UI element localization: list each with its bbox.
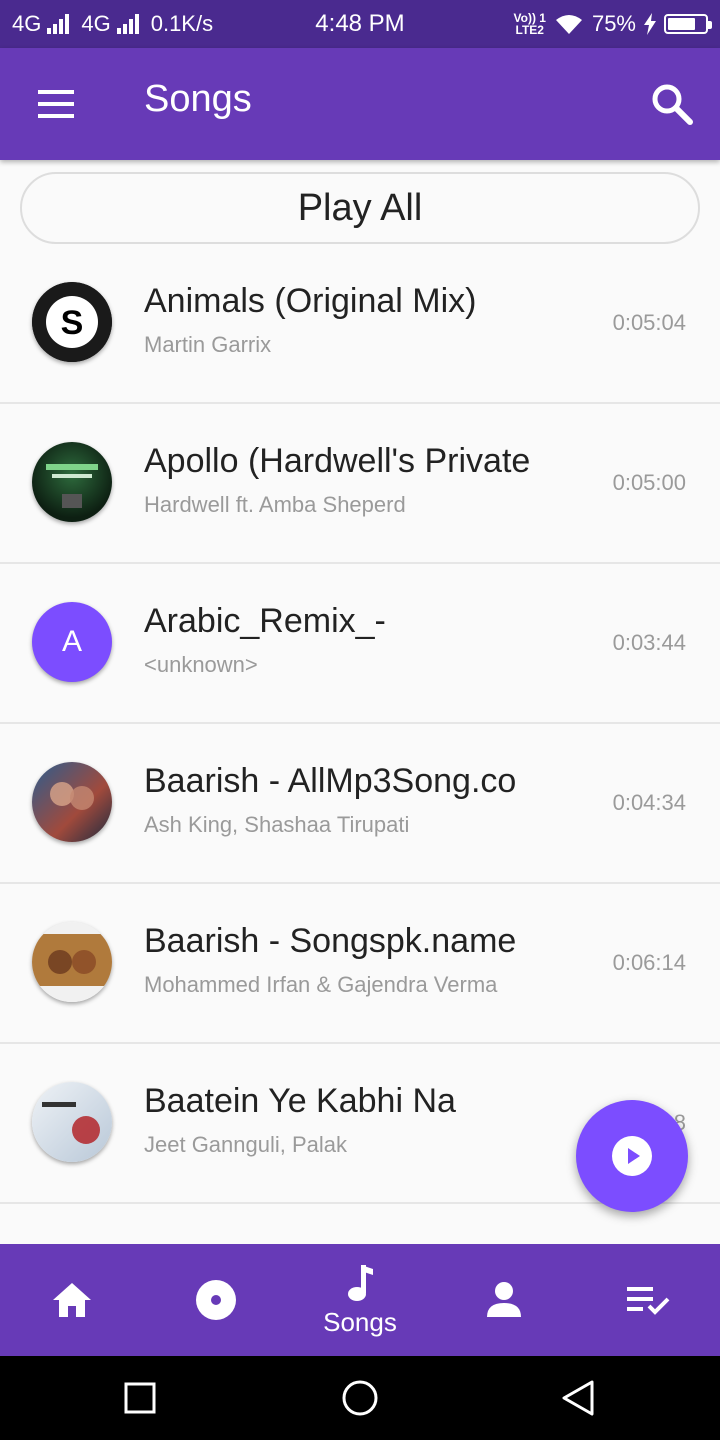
album-disc-icon bbox=[196, 1280, 236, 1320]
song-duration: 0:03:44 bbox=[612, 630, 686, 655]
song-artist: Martin Garrix bbox=[144, 332, 272, 357]
network-type-1: 4G bbox=[12, 11, 42, 36]
album-art-graphic bbox=[50, 782, 94, 810]
home-icon bbox=[53, 1283, 91, 1317]
song-artist: Hardwell ft. Amba Sheperd bbox=[144, 492, 406, 517]
spinnin-logo-icon: S bbox=[32, 282, 112, 362]
song-title: Apollo (Hardwell's Private bbox=[144, 442, 531, 480]
status-right: Vo)) 1 LTE2 75% bbox=[514, 11, 712, 37]
album-art-graphic bbox=[48, 950, 96, 974]
page-title: Songs bbox=[144, 78, 252, 120]
status-left: 4G 4G 0.1K/s bbox=[12, 11, 514, 37]
album-art bbox=[32, 1082, 112, 1162]
song-duration: 0:05:00 bbox=[612, 470, 686, 495]
network-speed: 0.1K/s bbox=[150, 11, 214, 36]
song-list: S Animals (Original Mix) Martin Garrix 0… bbox=[0, 244, 720, 1204]
play-fab-button[interactable] bbox=[576, 1100, 688, 1212]
song-artist: Mohammed Irfan & Gajendra Verma bbox=[144, 972, 498, 997]
volte-bottom: LTE2 bbox=[515, 23, 544, 37]
song-row[interactable]: S Animals (Original Mix) Martin Garrix 0… bbox=[0, 244, 720, 404]
album-art bbox=[32, 442, 112, 522]
song-row[interactable]: Apollo (Hardwell's Private Hardwell ft. … bbox=[0, 404, 720, 564]
playlist-check-icon bbox=[627, 1287, 670, 1315]
system-nav-bar bbox=[0, 1356, 720, 1440]
volte-indicator: Vo)) 1 LTE2 bbox=[514, 12, 546, 36]
nav-songs[interactable]: Songs bbox=[288, 1244, 432, 1356]
nav-artists[interactable] bbox=[432, 1244, 576, 1356]
song-title: Baatein Ye Kabhi Na bbox=[144, 1082, 456, 1120]
letter-avatar: A bbox=[32, 602, 112, 682]
avatar-letter: A bbox=[61, 625, 82, 658]
song-title: Arabic_Remix_- bbox=[144, 602, 386, 640]
song-artist: Jeet Gannguli, Palak bbox=[144, 1132, 348, 1157]
play-circle-icon bbox=[612, 1136, 652, 1176]
charging-icon bbox=[644, 13, 656, 35]
song-title: Baarish - AllMp3Song.co bbox=[144, 762, 517, 800]
nav-home[interactable] bbox=[0, 1244, 144, 1356]
play-all-button[interactable]: Play All bbox=[20, 172, 700, 244]
battery-icon bbox=[664, 14, 712, 34]
song-row[interactable]: A Arabic_Remix_- <unknown> 0:03:44 bbox=[0, 564, 720, 724]
song-title: Animals (Original Mix) bbox=[144, 282, 477, 320]
wifi-icon bbox=[555, 15, 582, 34]
back-triangle-icon[interactable] bbox=[556, 1376, 600, 1420]
song-duration: 0:06:14 bbox=[612, 950, 686, 975]
nav-playlists[interactable] bbox=[576, 1244, 720, 1356]
svg-text:S: S bbox=[61, 304, 84, 342]
album-art bbox=[32, 762, 112, 842]
album-art: S bbox=[32, 282, 112, 362]
bottom-nav: Songs bbox=[0, 1244, 720, 1356]
nav-albums[interactable] bbox=[144, 1244, 288, 1356]
song-duration: 0:04:34 bbox=[612, 790, 686, 815]
music-note-icon bbox=[348, 1264, 373, 1301]
song-row[interactable]: Baarish - AllMp3Song.co Ash King, Shasha… bbox=[0, 724, 720, 884]
song-artist: Ash King, Shashaa Tirupati bbox=[144, 812, 410, 837]
signal-icon-2 bbox=[116, 14, 139, 34]
app-bar: Songs bbox=[0, 48, 720, 160]
network-type-2: 4G bbox=[81, 11, 111, 36]
search-icon[interactable] bbox=[650, 82, 694, 126]
song-artist: <unknown> bbox=[144, 652, 258, 677]
menu-icon[interactable] bbox=[32, 86, 80, 122]
album-art-graphic bbox=[46, 464, 98, 508]
album-art bbox=[32, 922, 112, 1002]
home-circle-icon[interactable] bbox=[338, 1376, 382, 1420]
status-bar: 4G 4G 0.1K/s 4:48 PM Vo)) 1 LTE2 75% bbox=[0, 0, 720, 48]
recents-square-icon[interactable] bbox=[118, 1376, 162, 1420]
signal-icon bbox=[47, 14, 70, 34]
battery-percent: 75% bbox=[591, 11, 636, 36]
nav-songs-label: Songs bbox=[323, 1306, 397, 1337]
song-duration: 0:05:04 bbox=[612, 310, 686, 335]
song-row[interactable]: Baarish - Songspk.name Mohammed Irfan & … bbox=[0, 884, 720, 1044]
album-art-graphic bbox=[42, 1102, 100, 1144]
song-title: Baarish - Songspk.name bbox=[144, 922, 517, 960]
person-icon bbox=[487, 1282, 521, 1317]
